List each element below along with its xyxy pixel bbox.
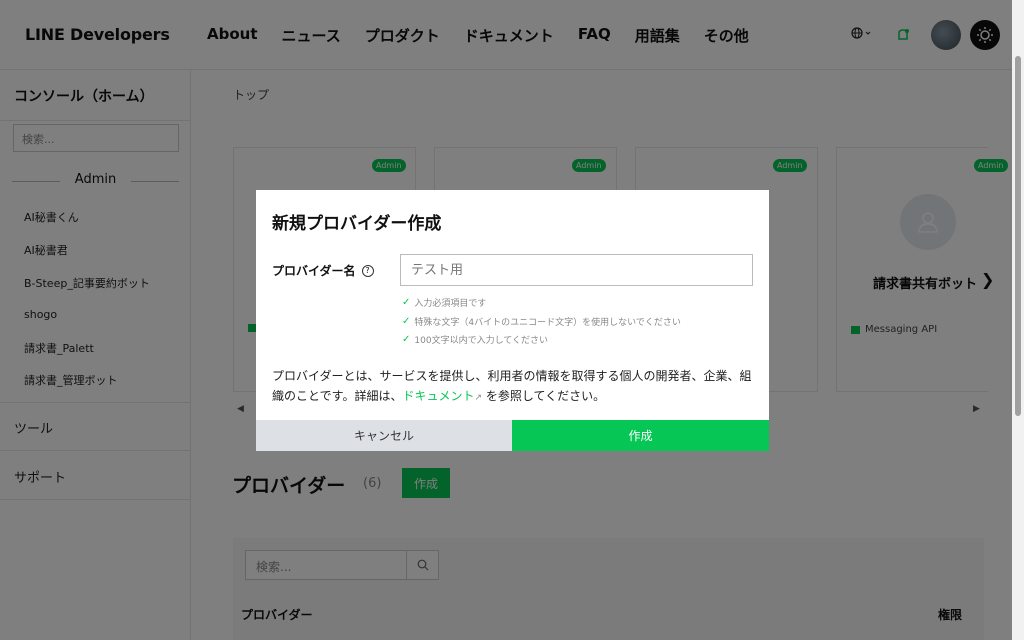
description-text: を参照してください。 — [482, 389, 606, 403]
rule-text: 特殊な文字（4バイトのユニコード文字）を使用しないでください — [414, 318, 681, 328]
create-button[interactable]: 作成 — [512, 420, 769, 451]
provider-name-input[interactable] — [400, 254, 753, 286]
validation-rule: ✓ 特殊な文字（4バイトのユニコード文字）を使用しないでください — [402, 315, 681, 328]
check-icon: ✓ — [402, 297, 411, 308]
rule-text: 100文字以内で入力してください — [414, 336, 549, 346]
dialog-title: 新規プロバイダー作成 — [272, 214, 442, 234]
field-label-text: プロバイダー名 — [272, 264, 356, 278]
cancel-button[interactable]: キャンセル — [256, 420, 512, 451]
check-icon: ✓ — [402, 316, 411, 327]
validation-rule: ✓ 100文字以内で入力してください — [402, 333, 548, 346]
check-icon: ✓ — [402, 334, 411, 345]
validation-rule: ✓ 入力必須項目です — [402, 296, 486, 309]
external-link-icon: ↗ — [474, 393, 483, 403]
dialog-description: プロバイダーとは、サービスを提供し、利用者の情報を取得する個人の開発者、企業、組… — [272, 366, 752, 408]
scrollbar-thumb[interactable] — [1015, 56, 1021, 416]
rule-text: 入力必須項目です — [414, 299, 487, 309]
provider-name-label: プロバイダー名 ? — [272, 262, 374, 279]
page-scrollbar[interactable] — [1012, 0, 1024, 640]
docs-link[interactable]: ドキュメント — [402, 389, 474, 403]
create-provider-dialog: 新規プロバイダー作成 プロバイダー名 ? ✓入力必須項目です ✓特殊な文字（4バ… — [256, 190, 769, 451]
help-icon[interactable]: ? — [361, 264, 374, 277]
